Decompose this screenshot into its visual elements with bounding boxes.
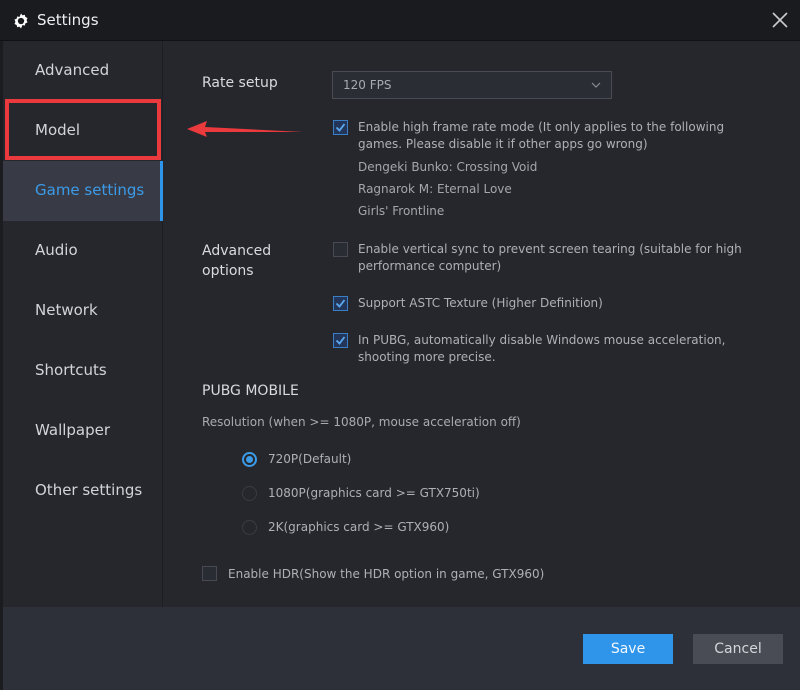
resolution-2k-label: 2K(graphics card >= GTX960) bbox=[268, 520, 450, 534]
chevron-down-icon bbox=[591, 82, 601, 88]
sidebar-item-game-settings[interactable]: Game settings bbox=[3, 161, 163, 221]
frame-rate-select[interactable]: 120 FPS bbox=[332, 71, 612, 99]
resolution-720p-radio[interactable] bbox=[242, 452, 257, 467]
mouse-acceleration-checkbox[interactable] bbox=[333, 333, 348, 348]
astc-texture-checkbox[interactable] bbox=[333, 296, 348, 311]
pubg-section-title: PUBG MOBILE bbox=[202, 383, 299, 399]
sidebar-item-network[interactable]: Network bbox=[3, 281, 163, 341]
advanced-options-label: Advanced options bbox=[202, 243, 272, 279]
game-item: Dengeki Bunko: Crossing Void bbox=[358, 160, 538, 174]
resolution-720p-label: 720P(Default) bbox=[268, 452, 352, 466]
frame-rate-value: 120 FPS bbox=[343, 78, 392, 92]
checkmark-icon bbox=[335, 336, 346, 345]
hdr-checkbox[interactable] bbox=[202, 566, 217, 581]
title-bar: Settings bbox=[0, 0, 800, 41]
high-frame-rate-label: Enable high frame rate mode (It only app… bbox=[358, 120, 725, 151]
resolution-1080p-label: 1080P(graphics card >= GTX750ti) bbox=[268, 486, 480, 500]
footer-bar bbox=[3, 607, 800, 690]
vertical-sync-label: Enable vertical sync to prevent screen t… bbox=[358, 242, 742, 273]
resolution-label: Resolution (when >= 1080P, mouse acceler… bbox=[202, 415, 521, 429]
save-button[interactable]: Save bbox=[583, 634, 673, 664]
sidebar-item-model[interactable]: Model bbox=[3, 101, 163, 161]
mouse-acceleration-label: In PUBG, automatically disable Windows m… bbox=[358, 333, 726, 364]
resolution-2k-radio[interactable] bbox=[242, 520, 257, 535]
gear-icon bbox=[14, 13, 28, 29]
checkmark-icon bbox=[335, 299, 346, 308]
window-title: Settings bbox=[37, 11, 99, 29]
checkmark-icon bbox=[335, 123, 346, 132]
sidebar-item-shortcuts[interactable]: Shortcuts bbox=[3, 341, 163, 401]
sidebar: Advanced Model Game settings Audio Netwo… bbox=[3, 41, 163, 607]
sidebar-item-other-settings[interactable]: Other settings bbox=[3, 461, 163, 521]
vertical-sync-checkbox[interactable] bbox=[333, 242, 348, 257]
sidebar-item-wallpaper[interactable]: Wallpaper bbox=[3, 401, 163, 461]
sidebar-item-audio[interactable]: Audio bbox=[3, 221, 163, 281]
cancel-button[interactable]: Cancel bbox=[693, 634, 783, 664]
game-item: Ragnarok M: Eternal Love bbox=[358, 182, 512, 196]
rate-setup-label: Rate setup bbox=[202, 75, 278, 91]
close-icon[interactable] bbox=[770, 10, 790, 30]
game-item: Girls' Frontline bbox=[358, 204, 445, 218]
hdr-label: Enable HDR(Show the HDR option in game, … bbox=[228, 567, 545, 581]
high-frame-rate-checkbox[interactable] bbox=[333, 120, 348, 135]
resolution-1080p-radio[interactable] bbox=[242, 486, 257, 501]
astc-texture-label: Support ASTC Texture (Higher Definition) bbox=[358, 296, 603, 310]
sidebar-item-advanced[interactable]: Advanced bbox=[3, 41, 163, 101]
